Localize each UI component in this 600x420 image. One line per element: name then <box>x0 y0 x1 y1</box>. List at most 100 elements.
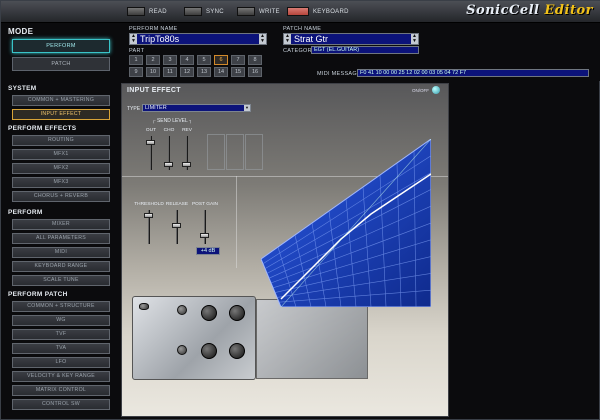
compression-curve-graph <box>261 139 431 307</box>
sidebar-item-keyboard-range[interactable]: KEYBOARD RANGE <box>12 261 110 272</box>
editor-window: READ SYNC WRITE KEYBOARD SonicCell Edito… <box>0 0 600 420</box>
fader-label: POST GAIN <box>191 202 219 207</box>
device-knob-icon <box>201 343 217 359</box>
chevron-down-icon: ▼ <box>244 105 250 111</box>
part-button-14[interactable]: 14 <box>214 67 228 77</box>
category-select[interactable]: EGT (EL.GUITAR) <box>311 46 419 54</box>
sidebar-item-control-sw[interactable]: CONTROL SW <box>12 399 110 410</box>
perform-prev-arrow-icon[interactable]: ▲ ▼ <box>130 34 137 44</box>
fader-handle[interactable] <box>182 162 191 168</box>
fader-handle[interactable] <box>144 212 153 218</box>
sidebar-item-lfo[interactable]: LFO <box>12 357 110 368</box>
empty-fader-slot <box>207 134 225 170</box>
section-title-perform-patch: PERFORM PATCH <box>8 291 68 298</box>
fader-handle[interactable] <box>164 162 173 168</box>
app-logo: SonicCell Editor <box>466 3 593 18</box>
post-gain-readout: +4 dB <box>200 248 216 254</box>
device-knob-icon <box>229 305 245 321</box>
perform-name-field[interactable]: ▲ ▼ TripTo80s ▲ ▼ <box>129 33 267 45</box>
perform-next-arrow-icon[interactable]: ▲ ▼ <box>259 34 266 44</box>
part-button-8[interactable]: 8 <box>248 55 262 65</box>
sidebar-item-velocity-key-range[interactable]: VELOCITY & KEY RANGE <box>12 371 110 382</box>
perform-name-value: TripTo80s <box>140 34 180 44</box>
device-illustration <box>132 296 256 380</box>
sidebar-item-mixer[interactable]: MIXER <box>12 219 110 230</box>
device-illustration-back <box>256 299 368 379</box>
fader-handle[interactable] <box>172 223 181 229</box>
on-off-label: ON/OFF <box>412 87 429 93</box>
sidebar-item-mfx2[interactable]: MFX2 <box>12 163 110 174</box>
fader-handle[interactable] <box>200 233 209 239</box>
send-level-label: ┌ SEND LEVEL ┐ <box>152 118 193 124</box>
read-led-icon <box>127 7 145 16</box>
perform-name-label: PERFORM NAME <box>129 26 178 32</box>
mode-patch-button[interactable]: PATCH <box>12 57 110 71</box>
part-button-16[interactable]: 16 <box>248 67 262 77</box>
part-button-4[interactable]: 4 <box>180 55 194 65</box>
patch-name-field[interactable]: ▲ ▼ Strat Gtr ▲ ▼ <box>283 33 419 45</box>
type-value: LIMITER <box>145 105 167 111</box>
sidebar-item-scale-tune[interactable]: SCALE TUNE <box>12 275 110 286</box>
sidebar-item-wg[interactable]: WG <box>12 315 110 326</box>
mode-title: MODE <box>8 27 34 36</box>
sync-led-icon <box>184 7 202 16</box>
post-gain-value[interactable]: +4 dB <box>196 247 220 255</box>
sidebar-item-chorus-reverb[interactable]: CHORUS + REVERB <box>12 191 110 202</box>
category-value: EGT (EL.GUITAR) <box>314 47 360 53</box>
write-label: WRITE <box>259 8 280 15</box>
sync-label: SYNC <box>206 8 224 15</box>
sidebar-item-input-effect[interactable]: INPUT EFFECT <box>12 109 110 120</box>
fader-handle[interactable] <box>146 140 155 146</box>
part-label: PART <box>129 48 145 54</box>
sidebar-item-mfx1[interactable]: MFX1 <box>12 149 110 160</box>
sidebar-item-routing[interactable]: ROUTING <box>12 135 110 146</box>
read-button[interactable]: READ <box>127 5 167 18</box>
fader-label: REV <box>182 128 192 133</box>
device-knob-icon <box>177 345 187 355</box>
midi-message-value: F0 41 10 00 00 25 12 02 00 03 05 04 72 F… <box>360 70 467 76</box>
part-button-1[interactable]: 1 <box>129 55 143 65</box>
sidebar-item-mfx3[interactable]: MFX3 <box>12 177 110 188</box>
part-button-3[interactable]: 3 <box>163 55 177 65</box>
sidebar-item-all-parameters[interactable]: ALL PARAMETERS <box>12 233 110 244</box>
keyboard-button[interactable]: KEYBOARD <box>287 5 349 18</box>
patch-next-arrow-icon[interactable]: ▲ ▼ <box>411 34 418 44</box>
write-button[interactable]: WRITE <box>237 5 280 18</box>
sidebar-item-common-structure[interactable]: COMMON + STRUCTURE <box>12 301 110 312</box>
part-button-11[interactable]: 11 <box>163 67 177 77</box>
type-select[interactable]: LIMITER ▼ <box>142 104 251 112</box>
part-button-7[interactable]: 7 <box>231 55 245 65</box>
patch-name-label: PATCH NAME <box>283 26 322 32</box>
sidebar-item-tvf[interactable]: TVF <box>12 329 110 340</box>
mode-perform-button[interactable]: PERFORM <box>12 39 110 53</box>
part-button-10[interactable]: 10 <box>146 67 160 77</box>
sidebar-item-midi[interactable]: MIDI <box>12 247 110 258</box>
part-button-5[interactable]: 5 <box>197 55 211 65</box>
toolbar: READ SYNC WRITE KEYBOARD SonicCell Edito… <box>1 1 600 23</box>
sidebar-item-matrix-control[interactable]: MATRIX CONTROL <box>12 385 110 396</box>
part-button-15[interactable]: 15 <box>231 67 245 77</box>
part-button-6[interactable]: 6 <box>214 55 228 65</box>
keyboard-label: KEYBOARD <box>313 8 349 15</box>
keyboard-led-icon <box>287 7 309 16</box>
device-knob-icon <box>229 343 245 359</box>
sidebar-item-tva[interactable]: TVA <box>12 343 110 354</box>
patch-prev-arrow-icon[interactable]: ▲ ▼ <box>284 34 291 44</box>
graph-plane <box>261 139 431 307</box>
sidebar: MODE PERFORM PATCH SYSTEM COMMON + MASTER… <box>5 23 117 417</box>
power-icon <box>432 86 440 94</box>
section-title-perform-effects: PERFORM EFFECTS <box>8 125 77 132</box>
part-button-13[interactable]: 13 <box>197 67 211 77</box>
write-led-icon <box>237 7 255 16</box>
part-button-9[interactable]: 9 <box>129 67 143 77</box>
sidebar-item-common-mastering[interactable]: COMMON + MASTERING <box>12 95 110 106</box>
device-knob-icon <box>201 305 217 321</box>
on-off-switch[interactable]: ON/OFF <box>412 86 440 94</box>
section-title-system: SYSTEM <box>8 85 37 92</box>
read-label: READ <box>149 8 167 15</box>
sync-button[interactable]: SYNC <box>184 5 224 18</box>
part-button-2[interactable]: 2 <box>146 55 160 65</box>
part-button-12[interactable]: 12 <box>180 67 194 77</box>
section-title-perform: PERFORM <box>8 209 43 216</box>
patch-name-value: Strat Gtr <box>294 34 329 44</box>
